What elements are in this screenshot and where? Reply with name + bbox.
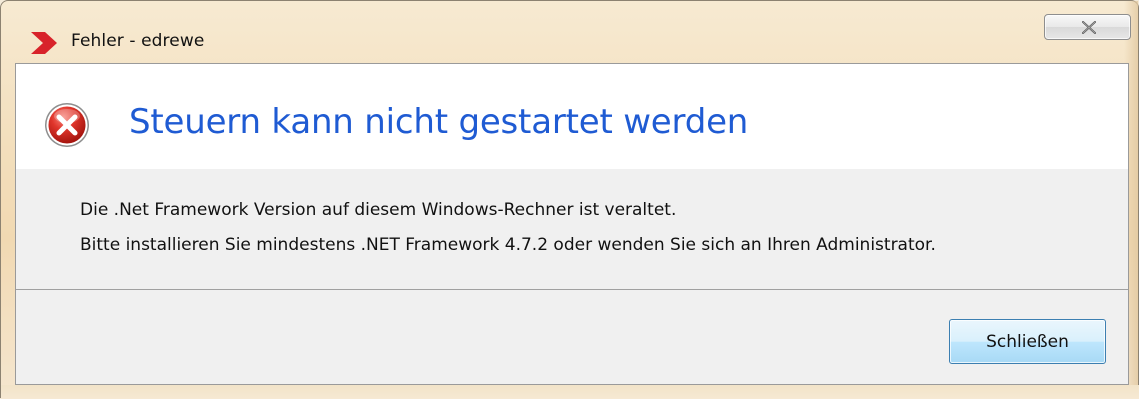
dialog-client-area: Steuern kann nicht gestartet werden Die …	[15, 63, 1129, 385]
window-bottom-frame	[1, 385, 1139, 399]
main-instruction-heading: Steuern kann nicht gestartet werden	[129, 102, 749, 142]
window-close-button[interactable]	[1044, 14, 1131, 40]
window-title: Fehler - edrewe	[71, 31, 205, 51]
app-logo-icon	[29, 30, 59, 56]
close-dialog-button[interactable]: Schließen	[949, 319, 1106, 364]
close-x-icon	[1082, 21, 1096, 34]
content-text-area: Die .Net Framework Version auf diesem Wi…	[16, 169, 1128, 291]
content-line-1: Die .Net Framework Version auf diesem Wi…	[80, 200, 677, 220]
title-bar[interactable]: Fehler - edrewe	[1, 1, 1139, 63]
main-instruction-area: Steuern kann nicht gestartet werden	[16, 64, 1128, 169]
dialog-window: Fehler - edrewe Steuern kann nicht gesta…	[0, 0, 1139, 399]
content-line-2: Bitte installieren Sie mindestens .NET F…	[80, 235, 936, 255]
error-icon	[44, 102, 90, 148]
button-footer: Schließen	[16, 290, 1128, 384]
